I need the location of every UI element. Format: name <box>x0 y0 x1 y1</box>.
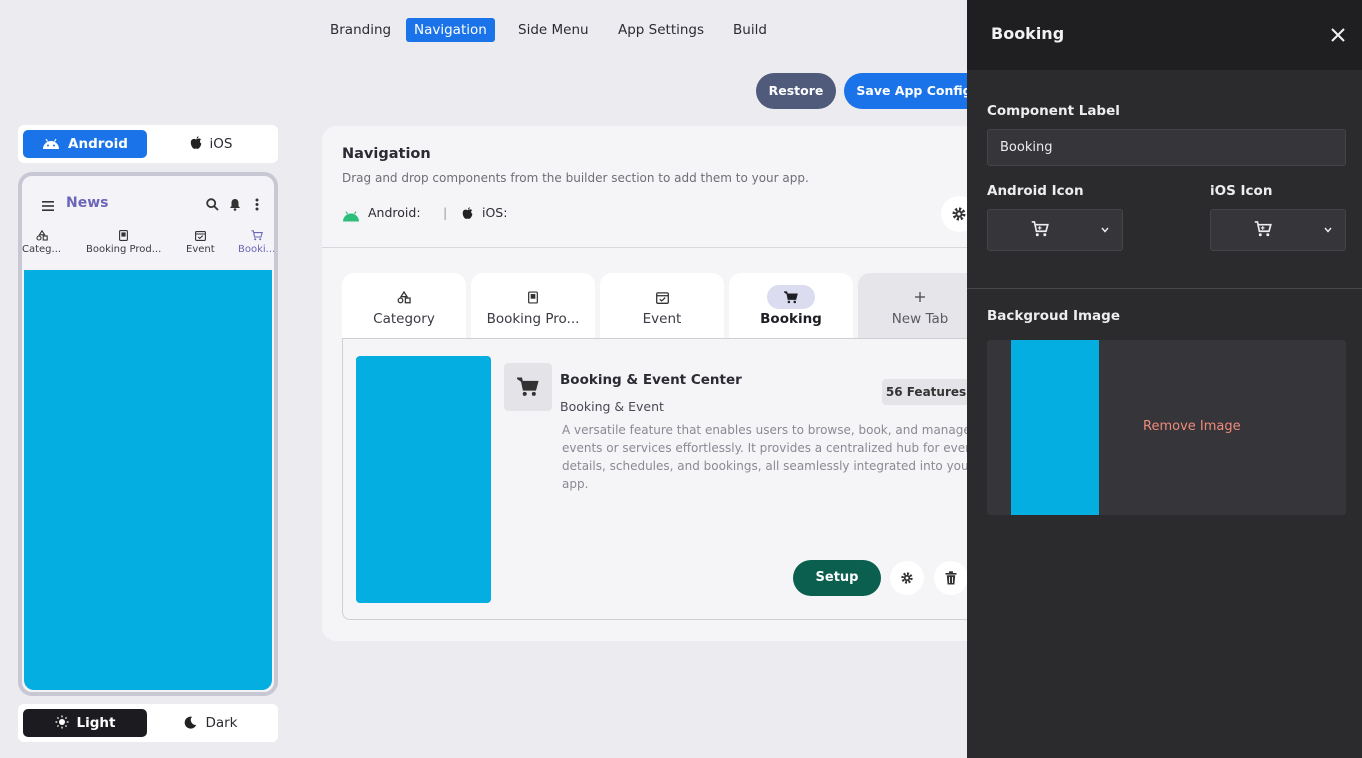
cart-icon <box>767 285 815 309</box>
android-nav-label: Android: <box>368 205 421 220</box>
plus-icon <box>896 285 944 309</box>
feature-preview-image <box>356 356 491 603</box>
feature-icon-box <box>504 363 552 411</box>
tab-navigation[interactable]: Navigation <box>406 18 495 42</box>
phone-tab-label: Booking Prod... <box>86 244 162 255</box>
nav-tab-booking-products[interactable]: Booking Pro... <box>471 273 595 339</box>
phone-tab-label: Event <box>186 244 215 255</box>
category-icon <box>35 230 48 241</box>
sun-icon <box>55 711 69 739</box>
phone-device-icon <box>509 285 557 309</box>
chevron-down-icon <box>1101 227 1109 233</box>
android-toggle-label: Android <box>68 136 128 152</box>
ios-toggle-label: iOS <box>209 136 233 152</box>
chevron-down-icon <box>1324 227 1332 233</box>
nav-tab-label: New Tab <box>891 311 949 327</box>
feature-name: Booking & Event Center <box>560 372 742 388</box>
panel-divider <box>967 288 1362 289</box>
phone-tab-label: Categ... <box>22 244 62 255</box>
panel-title: Booking <box>991 24 1065 43</box>
nav-tab-label: Booking <box>760 311 822 327</box>
feature-settings-button[interactable] <box>890 561 924 595</box>
moon-icon <box>184 711 197 739</box>
cart-outline-icon <box>1254 221 1272 237</box>
navigation-title: Navigation <box>342 146 431 162</box>
light-theme-label: Light <box>76 715 116 731</box>
nav-tab-new-tab[interactable]: New Tab <box>858 273 982 339</box>
apple-icon <box>462 205 473 224</box>
android-icon <box>42 132 60 160</box>
ios-icon-select[interactable] <box>1210 209 1346 251</box>
bell-icon[interactable] <box>229 196 241 215</box>
tab-side-menu[interactable]: Side Menu <box>510 18 597 42</box>
description-line: A versatile feature that enables users t… <box>562 423 971 437</box>
hamburger-menu-icon[interactable] <box>42 196 54 215</box>
trash-icon <box>945 571 957 585</box>
apple-icon <box>190 132 202 160</box>
feature-category: Booking & Event <box>560 399 664 414</box>
more-vert-icon[interactable] <box>255 196 259 215</box>
setup-button[interactable]: Setup <box>793 560 881 596</box>
category-icon <box>380 285 428 309</box>
nav-tab-booking[interactable]: Booking <box>729 273 853 339</box>
background-image-preview <box>1011 340 1099 515</box>
phone-tab-booking-products[interactable]: Booking Prod... <box>86 230 161 255</box>
theme-toggle: Light Dark <box>18 704 278 742</box>
restore-button[interactable]: Restore <box>756 73 836 109</box>
cart-icon <box>251 230 263 241</box>
nav-tab-label: Booking Pro... <box>486 311 580 327</box>
cart-icon <box>517 377 539 396</box>
cart-outline-icon <box>1031 221 1049 237</box>
component-label-input[interactable]: Booking <box>987 129 1346 166</box>
platform-toggle: Android iOS <box>18 125 278 163</box>
nav-tab-event[interactable]: Event <box>600 273 724 339</box>
android-icon-label: Android Icon <box>987 183 1084 199</box>
android-toggle-button[interactable]: Android <box>23 130 147 158</box>
nav-tab-label: Category <box>373 311 435 327</box>
ios-toggle-button[interactable]: iOS <box>149 130 273 158</box>
phone-tab-event[interactable]: Event <box>186 230 215 255</box>
ios-nav-label: iOS: <box>482 205 508 220</box>
platform-separator: | <box>443 205 448 220</box>
phone-preview: News Categ... Booking Prod... Event Book… <box>18 172 278 696</box>
card-divider <box>322 247 982 248</box>
features-count-badge: 56 Features <box>882 379 970 405</box>
phone-screen-image <box>24 270 272 690</box>
feature-description: A versatile feature that enables users t… <box>562 421 972 493</box>
description-line: app. <box>562 477 589 491</box>
component-label-title: Component Label <box>987 103 1120 119</box>
light-theme-button[interactable]: Light <box>23 709 147 737</box>
tab-branding[interactable]: Branding <box>322 18 399 42</box>
calendar-check-icon <box>638 285 686 309</box>
dark-theme-button[interactable]: Dark <box>149 709 273 737</box>
calendar-check-icon <box>194 231 206 241</box>
background-image-box: Remove Image <box>987 340 1346 515</box>
search-icon[interactable] <box>206 196 219 215</box>
delete-feature-button[interactable] <box>934 561 968 595</box>
description-line: details, schedules, and bookings, all se… <box>562 459 972 473</box>
nav-tab-label: Event <box>642 311 682 327</box>
description-line: events or services effortlessly. It prov… <box>562 441 972 455</box>
phone-tab-category[interactable]: Categ... <box>22 230 61 255</box>
phone-tab-booking[interactable]: Booki... <box>238 230 276 255</box>
close-icon[interactable] <box>1331 27 1345 46</box>
phone-app-title: News <box>66 195 109 211</box>
navigation-subtitle: Drag and drop components from the builde… <box>342 171 809 185</box>
android-icon-select[interactable] <box>987 209 1123 251</box>
tab-app-settings[interactable]: App Settings <box>610 18 712 42</box>
ios-icon-label: iOS Icon <box>1210 183 1273 199</box>
save-app-config-button[interactable]: Save App Config <box>844 73 984 109</box>
background-image-label: Backgroud Image <box>987 308 1120 324</box>
tab-build[interactable]: Build <box>725 18 775 42</box>
remove-image-button[interactable]: Remove Image <box>1143 419 1241 434</box>
gear-icon <box>952 207 966 221</box>
phone-tab-label: Booki... <box>238 244 276 255</box>
dark-theme-label: Dark <box>205 715 238 731</box>
phone-device-icon <box>119 230 129 241</box>
android-icon <box>342 207 360 226</box>
nav-tab-category[interactable]: Category <box>342 273 466 339</box>
gear-icon <box>901 572 913 584</box>
component-settings-panel: Booking Component Label Booking Android … <box>967 0 1362 758</box>
